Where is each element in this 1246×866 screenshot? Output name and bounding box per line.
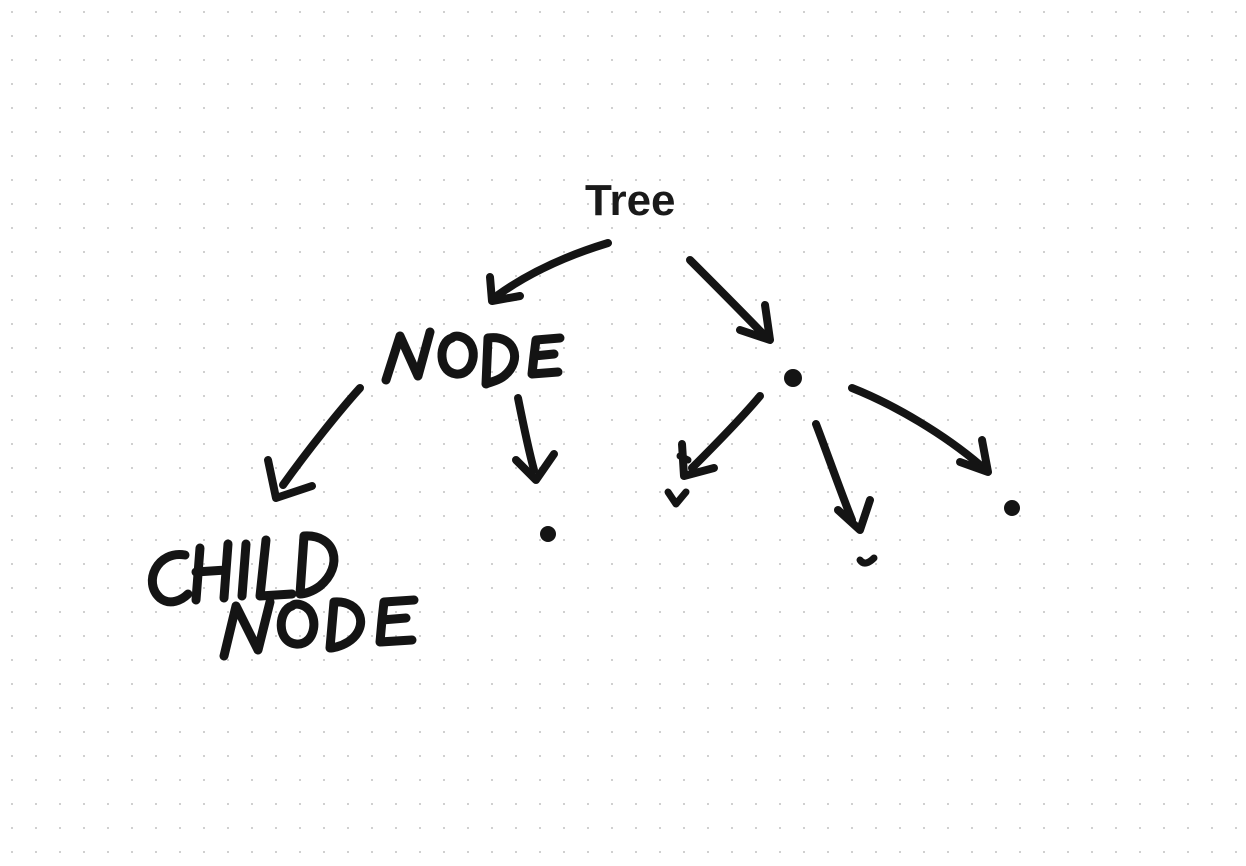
whiteboard-canvas[interactable]: Tree [0,0,1246,866]
handwritten-node-label[interactable] [386,332,560,384]
drawing-overlay [0,0,1246,866]
arrow-node-to-child-right[interactable] [516,398,554,480]
handwritten-child-node-label[interactable] [152,536,414,656]
arrow-tree-to-node-left[interactable] [490,243,608,301]
arrow-node-to-child-left[interactable] [268,388,360,498]
arrow-tree-to-node-right[interactable] [690,260,770,340]
root-label[interactable]: Tree [585,176,676,226]
arrow-rightnode-to-child-left[interactable] [682,396,760,476]
arrow-rightnode-to-child-right[interactable] [852,388,988,472]
leaf-mark-3[interactable] [860,558,874,563]
node-dot-right[interactable] [784,369,802,387]
leaf-dot-4[interactable] [1004,500,1020,516]
arrow-rightnode-to-child-middle[interactable] [816,424,870,530]
leaf-dot-1[interactable] [540,526,556,542]
